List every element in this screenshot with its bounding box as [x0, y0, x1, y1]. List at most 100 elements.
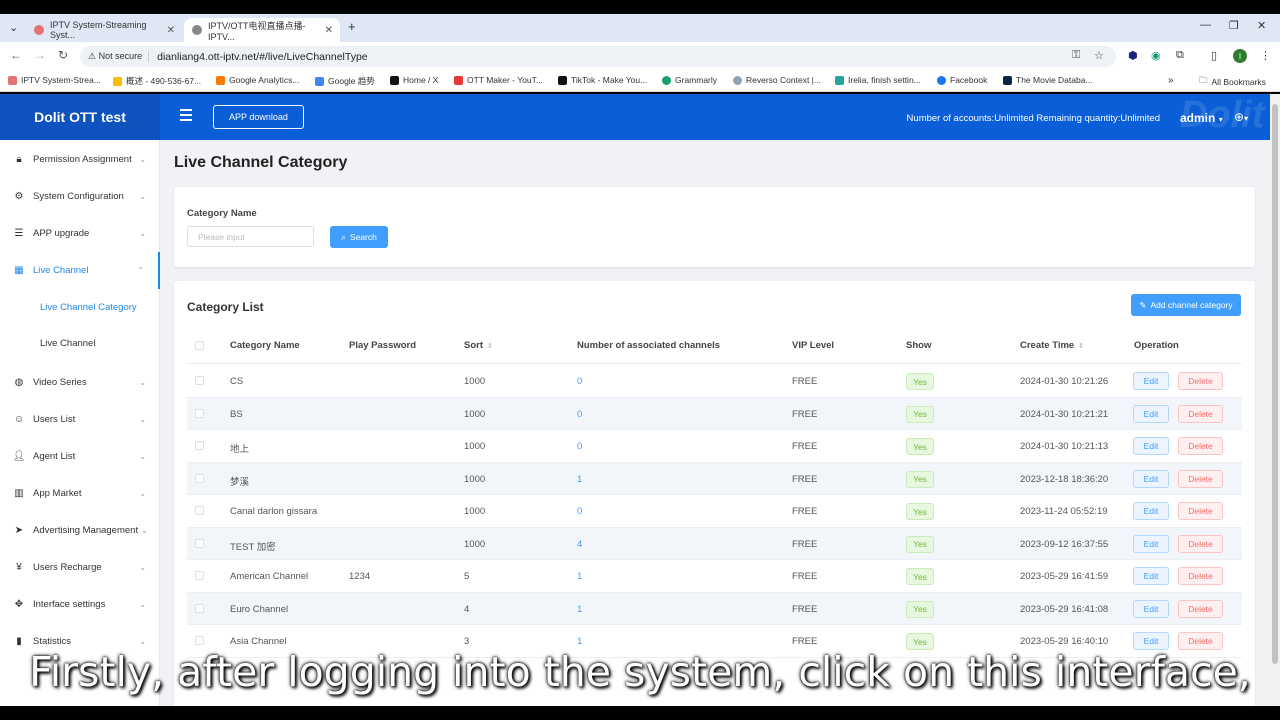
- sidebar-item-system-configuration[interactable]: ⚙︎ System Configuration ⌄: [0, 178, 160, 215]
- sidebar-item-users-list[interactable]: ☺ Users List ⌄: [0, 401, 160, 438]
- delete-button[interactable]: Delete: [1178, 502, 1223, 520]
- sidebar-item-interface-settings[interactable]: ✥ Interface settings ⌄: [0, 586, 160, 623]
- delete-button[interactable]: Delete: [1178, 567, 1223, 585]
- search-button[interactable]: ⌕ Search: [330, 226, 388, 248]
- edit-button[interactable]: Edit: [1133, 437, 1169, 455]
- scrollbar-thumb[interactable]: [1272, 104, 1278, 664]
- sidebar-subitem-live-channel-category[interactable]: Live Channel Category: [0, 289, 160, 325]
- cell-associated-channels-link[interactable]: 1: [577, 636, 582, 647]
- delete-button[interactable]: Delete: [1178, 534, 1223, 553]
- column-sort[interactable]: Sort ⇕: [464, 340, 493, 351]
- hamburger-menu-icon[interactable]: [180, 109, 192, 124]
- cell-associated-channels-link[interactable]: 0: [577, 376, 582, 387]
- row-checkbox[interactable]: [195, 603, 204, 613]
- grammarly-extension-icon[interactable]: ◉: [1151, 49, 1161, 62]
- more-bookmarks-icon[interactable]: »: [1168, 75, 1174, 86]
- cell-associated-channels-link[interactable]: 0: [577, 506, 582, 517]
- delete-button[interactable]: Delete: [1178, 599, 1223, 618]
- all-bookmarks[interactable]: 🗀 All Bookmarks: [1199, 75, 1266, 89]
- bookmark-item[interactable]: Facebook: [937, 75, 987, 85]
- sort-icon[interactable]: ⇕: [487, 343, 493, 350]
- url-text[interactable]: dianliang4.ott-iptv.net/#/live/LiveChann…: [157, 51, 368, 63]
- row-checkbox[interactable]: [195, 376, 204, 385]
- extensions-puzzle-icon[interactable]: ⧉: [1176, 49, 1184, 62]
- add-channel-category-button[interactable]: ✎ Add channel category: [1131, 294, 1241, 316]
- sidebar-item-app-upgrade[interactable]: ☰ APP upgrade ⌄: [0, 215, 160, 252]
- app-download-button[interactable]: APP download: [213, 105, 304, 129]
- bookmark-item[interactable]: IPTV System-Strea...: [8, 75, 101, 85]
- security-indicator[interactable]: ⚠ Not secure: [88, 51, 150, 62]
- side-panel-icon[interactable]: ▯: [1211, 49, 1217, 62]
- bookmark-item[interactable]: OTT Maker - YouT...: [454, 75, 543, 85]
- bookmark-item[interactable]: Google 趋势: [315, 75, 375, 87]
- forward-icon[interactable]: →: [34, 48, 46, 62]
- bookmark-item[interactable]: Google Analytics...: [216, 75, 299, 85]
- row-checkbox[interactable]: [195, 408, 204, 418]
- row-checkbox[interactable]: [195, 473, 204, 483]
- bookmark-item[interactable]: Home / X: [390, 75, 438, 85]
- row-checkbox[interactable]: [195, 571, 204, 580]
- sidebar-item-agent-list[interactable]: 👤︎ Agent List ⌄: [0, 438, 160, 475]
- bookmark-item[interactable]: 概述 - 490-536-67...: [113, 75, 201, 87]
- delete-button[interactable]: Delete: [1178, 437, 1223, 455]
- sidebar-item-app-market[interactable]: ▥ App Market ⌄: [0, 475, 160, 512]
- profile-avatar[interactable]: I: [1233, 49, 1247, 63]
- bookmark-item[interactable]: TikTok - Make You...: [558, 75, 647, 85]
- bookmark-item[interactable]: Irelia, finish settin...: [835, 75, 921, 85]
- edit-button[interactable]: Edit: [1133, 372, 1169, 390]
- edit-button[interactable]: Edit: [1133, 404, 1169, 423]
- page-scrollbar[interactable]: [1270, 94, 1280, 706]
- edit-button[interactable]: Edit: [1133, 469, 1169, 488]
- delete-button[interactable]: Delete: [1178, 404, 1223, 423]
- cell-associated-channels-link[interactable]: 4: [577, 539, 582, 550]
- select-all-checkbox[interactable]: [195, 341, 204, 350]
- cell-associated-channels-link[interactable]: 0: [577, 441, 582, 452]
- language-globe-icon[interactable]: ⊕▾: [1234, 110, 1248, 124]
- bookmark-item[interactable]: The Movie Databa...: [1003, 75, 1093, 85]
- menu-kebab-icon[interactable]: ⋮: [1260, 49, 1271, 62]
- close-tab-icon[interactable]: ✕: [167, 25, 175, 36]
- sort-icon[interactable]: ⇕: [1078, 343, 1084, 350]
- delete-button[interactable]: Delete: [1178, 469, 1223, 488]
- close-tab-icon[interactable]: ✕: [325, 25, 333, 36]
- cell-associated-channels-link[interactable]: 1: [577, 571, 582, 582]
- sidebar-item-advertising-management[interactable]: ➤ Advertising Management ⌄: [0, 512, 160, 549]
- restore-icon[interactable]: ❐: [1229, 19, 1239, 32]
- new-tab-icon[interactable]: +: [348, 19, 356, 34]
- window-close-icon[interactable]: ✕: [1257, 19, 1266, 32]
- sidebar-subitem-live-channel[interactable]: Live Channel: [0, 325, 160, 361]
- column-create-time[interactable]: Create Time ⇕: [1020, 340, 1084, 351]
- tab-search-chevron-icon[interactable]: ⌄: [9, 21, 18, 34]
- row-checkbox[interactable]: [195, 506, 204, 515]
- bookmark-item[interactable]: Grammarly: [662, 75, 717, 85]
- minimize-icon[interactable]: —: [1200, 19, 1211, 31]
- bookmark-item[interactable]: Reverso Context |...: [733, 75, 821, 85]
- brand-logo[interactable]: Dolit OTT test: [0, 94, 160, 140]
- reload-icon[interactable]: ↻: [58, 48, 68, 62]
- edit-button[interactable]: Edit: [1133, 599, 1169, 618]
- back-icon[interactable]: ←: [10, 48, 22, 62]
- edit-button[interactable]: Edit: [1133, 502, 1169, 520]
- user-menu[interactable]: admin ▾: [1180, 111, 1223, 125]
- tab-iptv-ott[interactable]: IPTV/OTT电视直播点播-IPTV... ✕: [184, 18, 340, 42]
- delete-button[interactable]: Delete: [1178, 372, 1223, 390]
- omnibox[interactable]: ⚠ Not secure dianliang4.ott-iptv.net/#/l…: [80, 46, 1116, 67]
- sidebar-item-live-channel[interactable]: ▦ Live Channel ⌃: [0, 252, 160, 289]
- cell-associated-channels-link[interactable]: 1: [577, 604, 582, 615]
- cell-associated-channels-link[interactable]: 0: [577, 409, 582, 420]
- edit-button[interactable]: Edit: [1133, 567, 1169, 585]
- category-name-input[interactable]: [187, 226, 314, 247]
- edit-button[interactable]: Edit: [1133, 534, 1169, 553]
- cell-associated-channels-link[interactable]: 1: [577, 474, 582, 485]
- column-create-time-label: Create Time: [1020, 340, 1075, 351]
- sidebar-item-video-series[interactable]: ◍ Video Series ⌄: [0, 364, 160, 401]
- row-checkbox[interactable]: [195, 441, 204, 450]
- row-checkbox[interactable]: [195, 538, 204, 548]
- bookmark-star-icon[interactable]: ☆: [1094, 49, 1104, 62]
- tab-iptv-system[interactable]: IPTV System-Streaming Syst... ✕: [26, 18, 182, 42]
- key-icon[interactable]: ⚿: [1072, 49, 1080, 62]
- sidebar-item-users-recharge[interactable]: ¥ Users Recharge ⌄: [0, 549, 160, 586]
- row-checkbox[interactable]: [195, 636, 204, 645]
- extension-icon[interactable]: ⬢: [1128, 49, 1138, 62]
- sidebar-item-permission-assignment[interactable]: 🔒︎ Permission Assignment ⌄: [0, 141, 160, 178]
